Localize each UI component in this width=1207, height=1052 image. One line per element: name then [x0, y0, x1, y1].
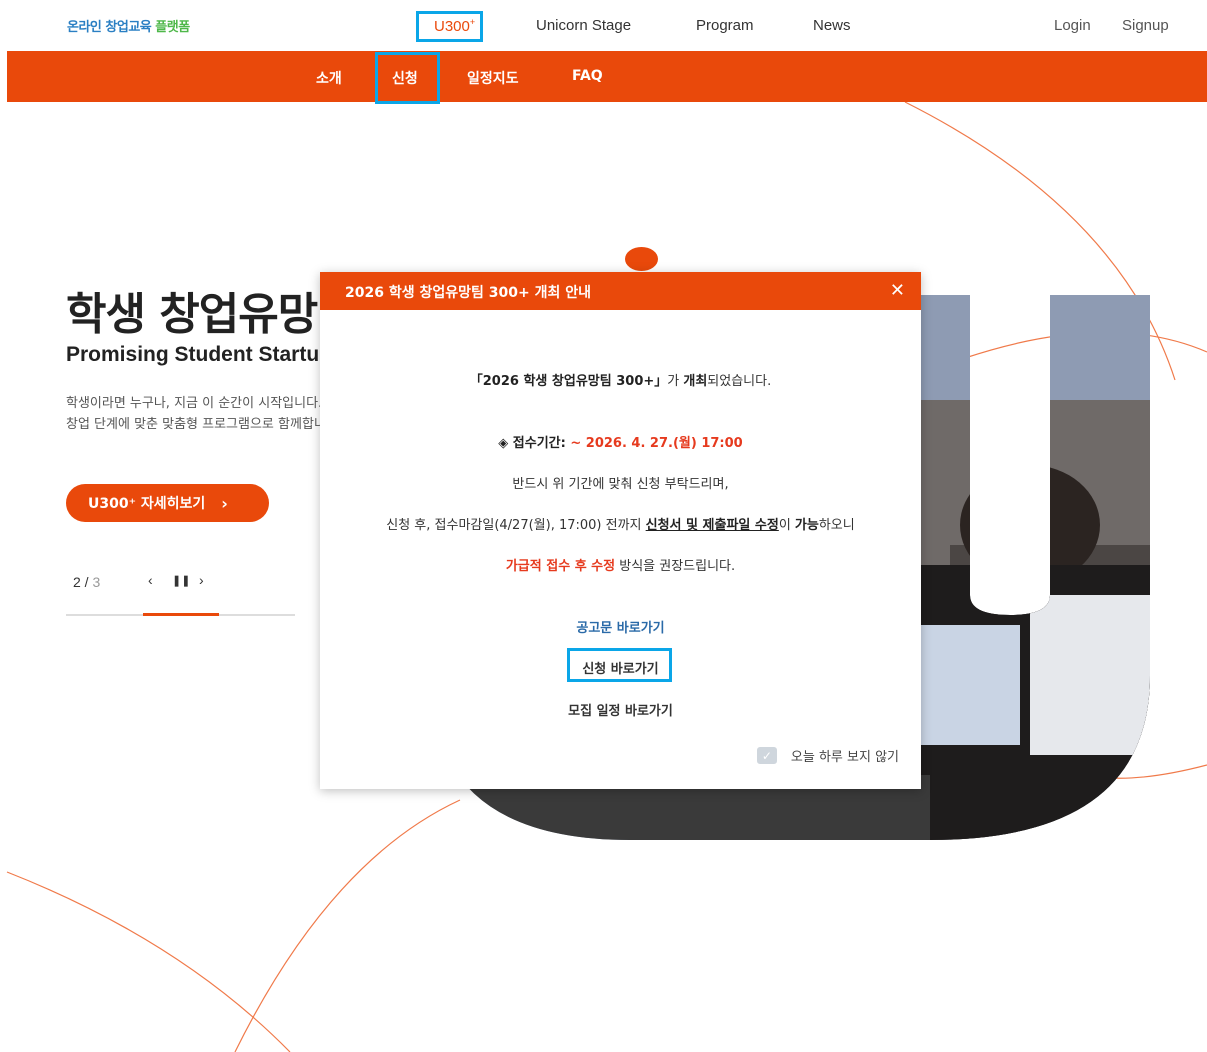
modal-line-edit: 신청 후, 접수마감일(4/27(월), 17:00) 전까지 신청서 및 제출…	[320, 514, 921, 533]
subnav-schedule[interactable]: 일정지도	[467, 68, 519, 88]
period-value: ~ 2026. 4. 27.(월) 17:00	[565, 436, 743, 451]
close-icon[interactable]: ✕	[890, 280, 905, 301]
pause-icon[interactable]: ❚❚	[172, 574, 190, 587]
u300-detail-label: U300⁺ 자세히보기	[88, 496, 206, 512]
text-bold-open: 개최	[683, 374, 708, 389]
schedule-link[interactable]: 모집 일정 바로가기	[320, 700, 921, 719]
notice-link[interactable]: 공고문 바로가기	[320, 617, 921, 636]
nav-news[interactable]: News	[813, 17, 851, 34]
text-fragment: 하오니	[818, 518, 855, 533]
modal-line-period: ◈ 접수기간: ~ 2026. 4. 27.(월) 17:00	[320, 432, 921, 451]
text-fragment: 신청 후, 접수마감일(4/27(월), 17:00) 전까지	[386, 518, 646, 533]
hero-description: 학생이라면 누구나, 지금 이 순간이 시작입니다. 창업 단계에 맞춘 맞춤형…	[66, 393, 342, 435]
prev-slide-icon[interactable]: ‹	[148, 572, 153, 588]
signup-link[interactable]: Signup	[1122, 17, 1169, 34]
chevron-right-icon: ›	[221, 493, 228, 513]
slide-pager: 2 / 3	[73, 574, 100, 590]
hero-desc-line1: 학생이라면 누구나, 지금 이 순간이 시작입니다.	[66, 396, 323, 411]
pager-separator: /	[80, 574, 93, 590]
slide-progress-fill	[143, 613, 219, 616]
nav-unicorn-stage[interactable]: Unicorn Stage	[536, 17, 631, 34]
highlight-box-apply	[375, 52, 440, 104]
logo-text-platform: 플랫폼	[155, 20, 190, 35]
modal-title: 2026 학생 창업유망팀 300+ 개최 안내	[345, 285, 591, 301]
text-fragment: 가	[667, 374, 684, 389]
next-slide-icon[interactable]: ›	[199, 572, 204, 588]
hero-desc-line2: 창업 단계에 맞춘 맞춤형 프로그램으로 함께합니다.	[66, 417, 342, 432]
nav-program[interactable]: Program	[696, 17, 754, 34]
site-logo[interactable]: 온라인 창업교육 플랫폼	[67, 16, 190, 35]
text-fragment: 되었습니다.	[707, 374, 772, 389]
announcement-modal: 2026 학생 창업유망팀 300+ 개최 안내 ✕ 「2026 학생 창업유망…	[320, 272, 921, 789]
text-fragment: 이	[778, 518, 795, 533]
dismiss-today-option[interactable]: ✓ 오늘 하루 보지 않기	[756, 746, 899, 765]
event-name: 「2026 학생 창업유망팀 300+」	[469, 374, 668, 389]
dismiss-checkbox[interactable]: ✓	[756, 747, 777, 764]
subnav-intro[interactable]: 소개	[316, 68, 342, 88]
login-link[interactable]: Login	[1054, 17, 1091, 34]
sub-navigation-bar	[7, 51, 1207, 102]
recommend-emphasis: 가급적 접수 후 수정	[505, 559, 616, 574]
text-fragment: 방식을 권장드립니다.	[615, 559, 736, 574]
pager-total: 3	[92, 574, 101, 590]
modal-header: 2026 학생 창업유망팀 300+ 개최 안내 ✕	[320, 272, 921, 310]
decorative-dot	[625, 247, 658, 271]
highlight-box-apply-link	[567, 648, 672, 682]
u300-detail-button[interactable]: U300⁺ 자세히보기 ›	[66, 484, 269, 522]
pager-current: 2	[73, 574, 81, 590]
dismiss-label: 오늘 하루 보지 않기	[790, 750, 899, 765]
highlight-box-u300	[416, 11, 483, 42]
modal-line-request: 반드시 위 기간에 맞춰 신청 부탁드리며,	[512, 477, 729, 492]
edit-emphasis: 신청서 및 제출파일 수정	[645, 518, 779, 533]
modal-line-opened: 「2026 학생 창업유망팀 300+」가 개최되었습니다.	[320, 370, 921, 389]
text-bold-possible: 가능	[794, 518, 819, 533]
period-label: ◈ 접수기간:	[498, 436, 566, 451]
logo-text-main: 온라인 창업교육	[67, 20, 152, 35]
modal-line-recommend: 가급적 접수 후 수정 방식을 권장드립니다.	[320, 555, 921, 574]
subnav-faq[interactable]: FAQ	[572, 68, 603, 84]
